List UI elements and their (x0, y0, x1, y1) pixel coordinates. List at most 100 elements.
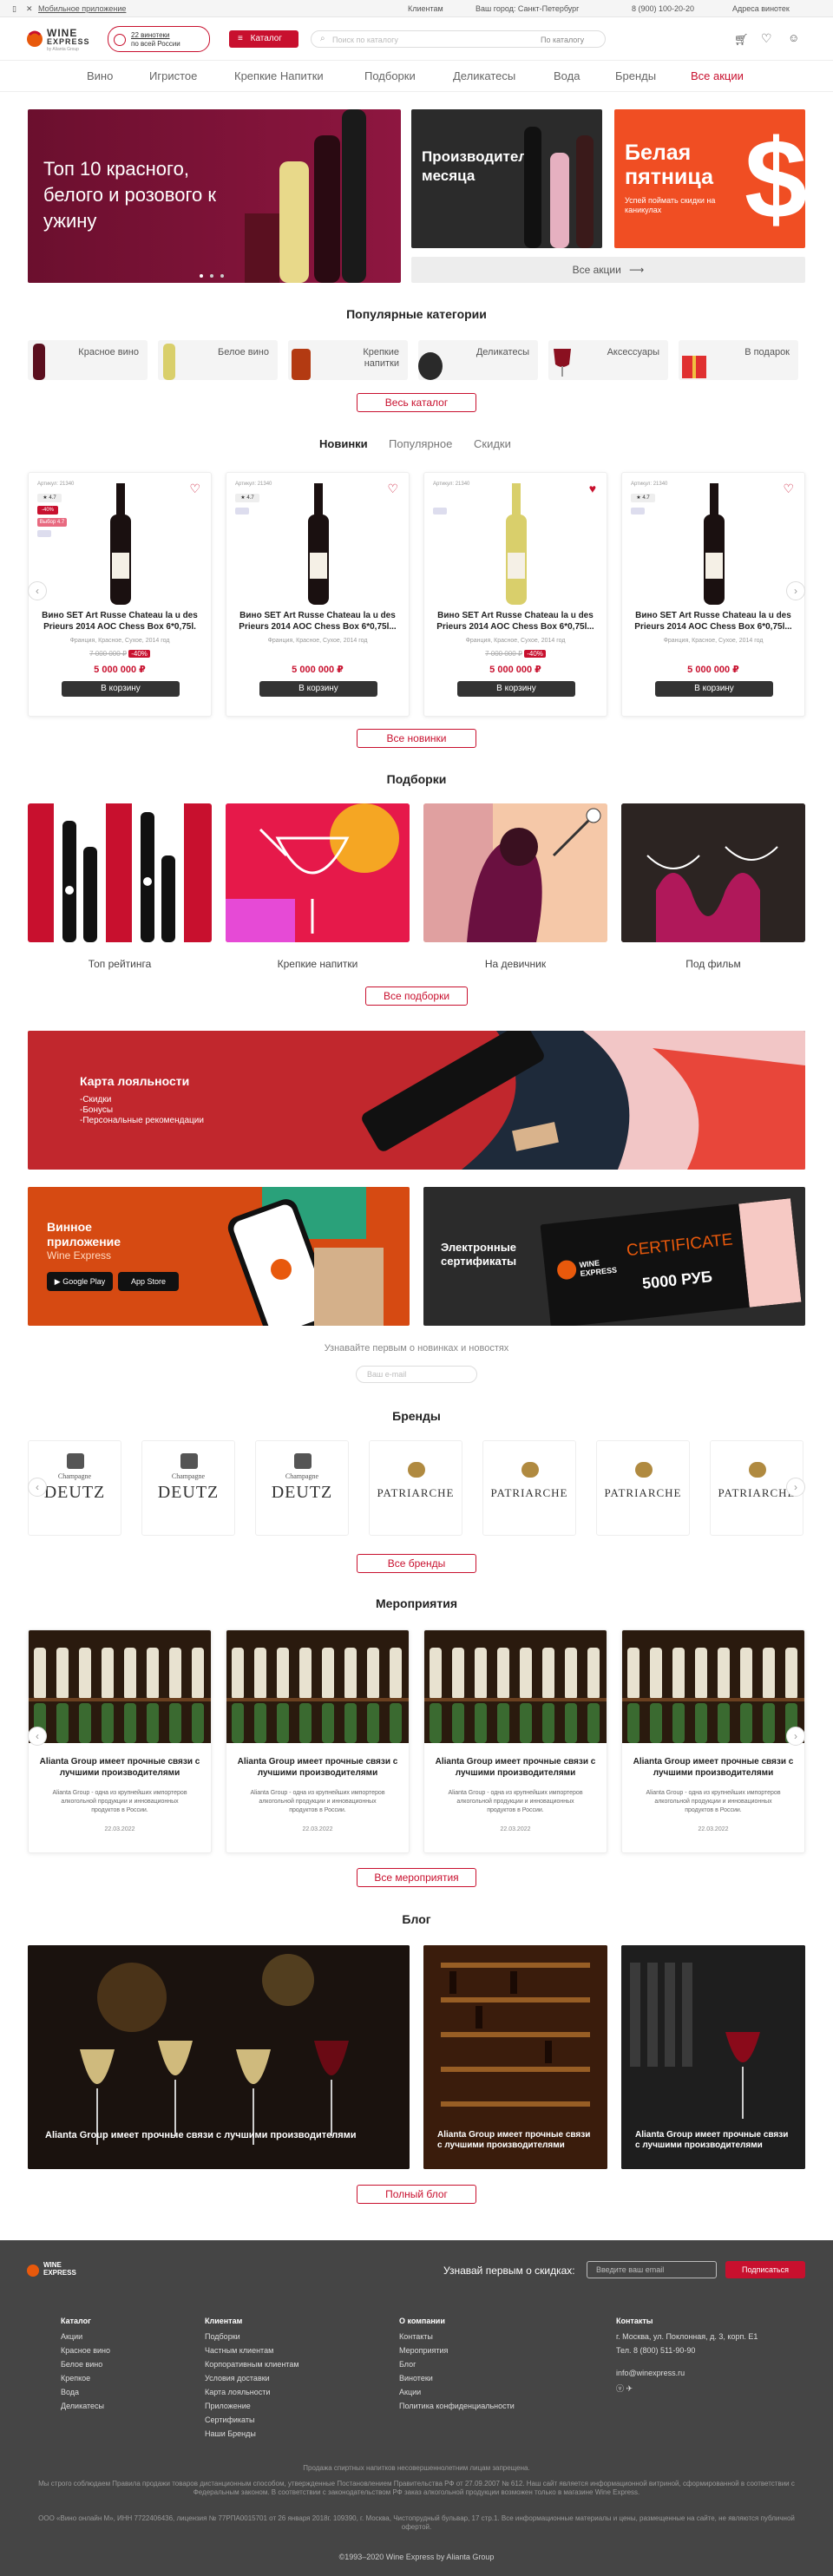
search-input[interactable]: ⌕ Поиск по каталогу По каталогу (311, 30, 606, 48)
brand-card[interactable]: PATRIARCHE (482, 1440, 576, 1536)
tab-discounts[interactable]: Скидки (474, 437, 511, 450)
topbar-phone[interactable]: 8 (900) 100-20-20 (632, 4, 694, 13)
add-to-cart-button[interactable]: В корзину (259, 681, 377, 697)
footer-phone[interactable]: Тел. 8 (800) 511-90-90 (616, 2346, 758, 2355)
footer-link[interactable]: Сертификаты (205, 2415, 299, 2424)
google-play-button[interactable]: ▶ Google Play (47, 1272, 113, 1291)
product-image[interactable] (103, 483, 138, 605)
category-accessories[interactable]: Аксессуары (548, 340, 668, 380)
loyalty-banner[interactable]: Карта лояльности -Скидки -Бонусы -Персон… (28, 1031, 805, 1170)
product-card[interactable]: Артикул: 21340 ♡ ★ 4.7 -40% Выбор 4.7 Вино… (28, 472, 212, 717)
brand-card[interactable]: PATRIARCHE (596, 1440, 690, 1536)
category-red-wine[interactable]: Красное вино (28, 340, 148, 380)
footer-link[interactable]: Белое вино (61, 2360, 110, 2369)
nav-item-strong[interactable]: Крепкие Напитки (234, 69, 324, 82)
footer-link[interactable]: Приложение (205, 2402, 299, 2410)
selection-strong-drinks[interactable] (226, 803, 410, 942)
footer-link[interactable]: Подборки (205, 2332, 299, 2341)
event-title[interactable]: Alianta Group имеет прочные связи с лучш… (433, 1756, 598, 1779)
brand-card[interactable]: Champagne DEUTZ (255, 1440, 349, 1536)
products-next-button[interactable]: › (786, 581, 805, 600)
heart-icon[interactable]: ♡ (761, 31, 772, 46)
footer-email[interactable]: info@winexpress.ru (616, 2369, 758, 2377)
product-name[interactable]: Вино SET Art Russe Chateau la u des Prie… (435, 610, 596, 633)
brand-card[interactable]: PATRIARCHE (369, 1440, 462, 1536)
full-blog-button[interactable]: Полный блог (357, 2185, 476, 2204)
footer-link[interactable]: Условия доставки (205, 2374, 299, 2383)
footer-link[interactable]: Деликатесы (61, 2402, 110, 2410)
search-scope[interactable]: По каталогу (541, 36, 584, 44)
tab-new[interactable]: Новинки (319, 437, 368, 450)
nav-item-delicacies[interactable]: Деликатесы (453, 69, 515, 82)
category-strong-drinks[interactable]: Крепкие напитки (288, 340, 408, 380)
heart-filled-icon[interactable]: ♥ (589, 482, 596, 495)
footer-link[interactable]: Частным клиентам (205, 2346, 299, 2355)
event-title[interactable]: Alianta Group имеет прочные связи с лучш… (631, 1756, 796, 1779)
footer-link[interactable]: Блог (399, 2360, 515, 2369)
selection-movie[interactable] (621, 803, 805, 942)
product-card[interactable]: Артикул: 21340 ♥ Вино SET Art Russe Chat… (423, 472, 607, 717)
footer-link[interactable]: Красное вино (61, 2346, 110, 2355)
brands-prev-button[interactable]: ‹ (28, 1478, 47, 1497)
product-card[interactable]: Артикул: 21340 ♡ ★ 4.7 Вино SET Art Russ… (226, 472, 410, 717)
carousel-dots[interactable] (198, 270, 233, 278)
nav-item-promos[interactable]: Все акции (691, 69, 744, 82)
events-prev-button[interactable]: ‹ (28, 1727, 47, 1746)
category-gifts[interactable]: В подарок (679, 340, 798, 380)
logo-icon[interactable] (26, 28, 43, 49)
product-image[interactable] (697, 483, 731, 605)
nav-item-wine[interactable]: Вино (87, 69, 113, 82)
selection-top-rating[interactable] (28, 803, 212, 942)
product-name[interactable]: Вино SET Art Russe Chateau la u des Prie… (237, 610, 398, 633)
nav-item-selections[interactable]: Подборки (364, 69, 416, 82)
footer-link[interactable]: Винотеки (399, 2374, 515, 2383)
app-store-button[interactable]: App Store (118, 1272, 179, 1291)
product-image[interactable] (301, 483, 336, 605)
heart-icon[interactable]: ♡ (189, 482, 200, 496)
event-card[interactable]: Alianta Group имеет прочные связи с лучш… (621, 1629, 805, 1853)
nav-item-sparkling[interactable]: Игристое (149, 69, 197, 82)
add-to-cart-button[interactable]: В корзину (457, 681, 575, 697)
footer-link[interactable]: Карта лояльности (205, 2388, 299, 2396)
catalog-button[interactable]: ≡ Каталог (229, 30, 298, 48)
add-to-cart-button[interactable]: В корзину (62, 681, 180, 697)
selection-bachelorette[interactable] (423, 803, 607, 942)
brand-card[interactable]: Champagne DEUTZ (141, 1440, 235, 1536)
add-to-cart-button[interactable]: В корзину (655, 681, 773, 697)
certificates-banner[interactable]: Электронные сертификаты WINE EXPRESS CERT… (423, 1187, 805, 1326)
hero-main-banner[interactable]: Топ 10 красного, белого и розового к ужи… (28, 109, 401, 283)
product-name[interactable]: Вино SET Art Russe Chateau la u des Prie… (633, 610, 794, 633)
footer-link[interactable]: Акции (61, 2332, 110, 2341)
heart-icon[interactable]: ♡ (387, 482, 398, 496)
blog-post-large[interactable]: Alianta Group имеет прочные связи с лучш… (28, 1945, 410, 2169)
blog-post[interactable]: Alianta Group имеет прочные связи с лучш… (621, 1945, 805, 2169)
close-icon[interactable]: ✕ (26, 4, 33, 14)
nav-item-brands[interactable]: Бренды (615, 69, 656, 82)
mobile-app-link[interactable]: Мобильное приложение (38, 4, 126, 13)
tab-popular[interactable]: Популярное (389, 437, 452, 450)
hero-producer-banner[interactable]: Производитель месяца (411, 109, 602, 248)
subscribe-email-input[interactable]: Ваш e-mail (356, 1366, 477, 1383)
nav-item-water[interactable]: Вода (554, 69, 580, 82)
products-prev-button[interactable]: ‹ (28, 581, 47, 600)
all-new-button[interactable]: Все новинки (357, 729, 476, 748)
footer-logo-icon[interactable] (26, 2262, 40, 2278)
category-delicacies[interactable]: Деликатесы (418, 340, 538, 380)
event-title[interactable]: Alianta Group имеет прочные связи с лучш… (37, 1756, 202, 1779)
category-white-wine[interactable]: Белое вино (158, 340, 278, 380)
hero-friday-banner[interactable]: Белая пятница Успей поймать скидки на ка… (614, 109, 805, 248)
telegram-icon[interactable]: ✈ (626, 2384, 633, 2393)
footer-link[interactable]: Мероприятия (399, 2346, 515, 2355)
footer-link[interactable]: Политика конфиденциальности (399, 2402, 515, 2410)
footer-link[interactable]: Корпоративным клиентам (205, 2360, 299, 2369)
product-name[interactable]: Вино SET Art Russe Chateau la u des Prie… (39, 610, 200, 633)
footer-link[interactable]: Крепкое (61, 2374, 110, 2383)
product-image[interactable] (499, 483, 534, 605)
footer-link[interactable]: Наши Бренды (205, 2429, 299, 2438)
all-promos-button[interactable]: Все акции ⟶ (411, 257, 805, 283)
clients-menu[interactable]: Клиентам (408, 4, 443, 13)
vk-icon[interactable]: ⓥ (616, 2384, 624, 2393)
event-card[interactable]: Alianta Group имеет прочные связи с лучш… (423, 1629, 607, 1853)
footer-link[interactable]: Контакты (399, 2332, 515, 2341)
event-title[interactable]: Alianta Group имеет прочные связи с лучш… (235, 1756, 400, 1779)
